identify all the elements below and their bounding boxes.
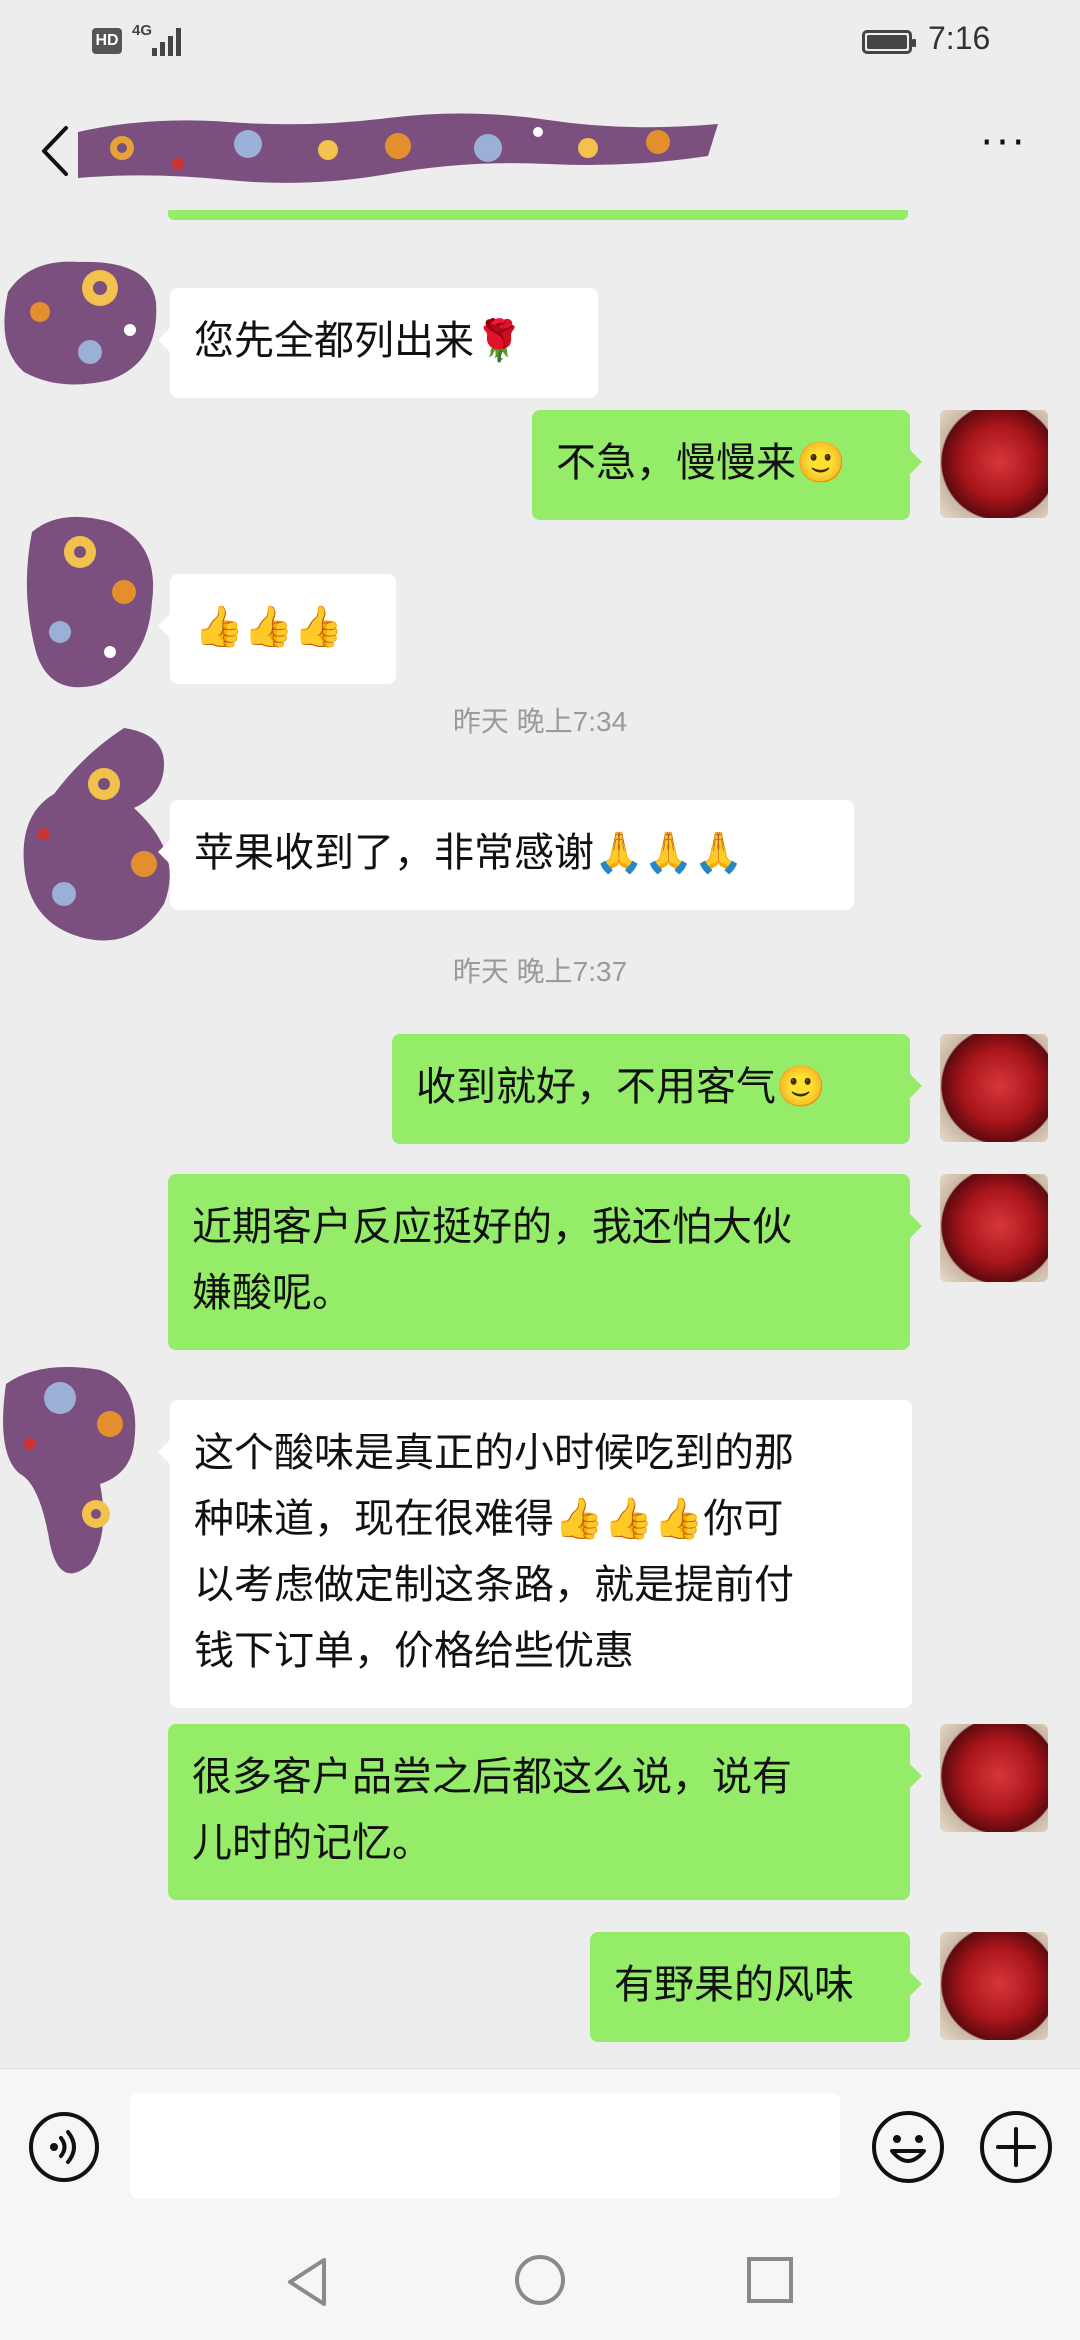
message-bubble[interactable]: 您先全都列出来🌹 <box>158 288 598 398</box>
hd-badge-icon: HD <box>92 28 122 54</box>
message-line: 儿时的记忆。 <box>192 1820 432 1866</box>
message-line: 钱下订单，价格给些优惠 <box>194 1628 634 1674</box>
message-text: 收到就好，不用客气🙂 <box>416 1064 826 1110</box>
self-avatar[interactable] <box>940 410 1048 518</box>
contact-avatar[interactable] <box>20 512 160 692</box>
chat-title-redacted <box>68 108 728 192</box>
chat-list[interactable]: 您先全都列出来🌹 不急，慢慢来🙂 👍👍👍 昨天 晚上7:34 苹果收到了，非常感… <box>0 216 1080 2066</box>
contact-avatar[interactable] <box>0 252 162 392</box>
message-text: 您先全都列出来🌹 <box>194 318 524 364</box>
self-avatar[interactable] <box>940 1034 1048 1142</box>
message-line: 这个酸味是真正的小时候吃到的那 <box>194 1430 794 1476</box>
message-line: 嫌酸呢。 <box>192 1270 352 1316</box>
message-line: 近期客户反应挺好的，我还怕大伙 <box>192 1204 792 1250</box>
message-text: 不急，慢慢来🙂 <box>556 440 846 486</box>
voice-icon[interactable] <box>28 2111 100 2183</box>
self-avatar[interactable] <box>940 1174 1048 1282</box>
message-outgoing: 收到就好，不用客气🙂 <box>0 1034 1080 1154</box>
system-nav-bar <box>0 2222 1080 2340</box>
message-text: 👍👍👍 <box>194 604 344 650</box>
status-time: 7:16 <box>928 20 991 56</box>
message-bubble[interactable]: 👍👍👍 <box>158 574 396 684</box>
message-bubble[interactable]: 有野果的风味 <box>590 1932 922 2042</box>
timestamp: 昨天 晚上7:37 <box>452 956 628 987</box>
plus-icon[interactable] <box>978 2109 1054 2185</box>
message-bubble[interactable]: 苹果收到了，非常感谢🙏🙏🙏 <box>158 800 854 910</box>
message-outgoing: 有野果的风味 <box>0 1932 1080 2052</box>
self-avatar[interactable] <box>940 1724 1048 1832</box>
signal-icon <box>150 24 186 56</box>
message-bubble[interactable]: 近期客户反应挺好的，我还怕大伙 嫌酸呢。 <box>168 1174 922 1350</box>
message-bubble[interactable]: 很多客户品尝之后都这么说，说有 儿时的记忆。 <box>168 1724 922 1900</box>
message-outgoing: 很多客户品尝之后都这么说，说有 儿时的记忆。 <box>0 1724 1080 1904</box>
message-incoming: 👍👍👍 <box>0 512 1080 692</box>
nav-recent-icon[interactable] <box>744 2254 796 2306</box>
message-text: 苹果收到了，非常感谢🙏🙏🙏 <box>194 830 744 876</box>
input-bar <box>0 2068 1080 2223</box>
message-bubble[interactable]: 收到就好，不用客气🙂 <box>392 1034 922 1144</box>
message-incoming: 您先全都列出来🌹 <box>0 252 1080 398</box>
message-outgoing: 近期客户反应挺好的，我还怕大伙 嫌酸呢。 <box>0 1174 1080 1354</box>
nav-home-icon[interactable] <box>512 2252 568 2308</box>
contact-avatar[interactable] <box>0 1364 150 1584</box>
message-bubble[interactable]: 这个酸味是真正的小时候吃到的那 种味道，现在很难得👍👍👍你可 以考虑做定制这条路… <box>158 1400 912 1708</box>
chat-header: ··· <box>0 84 1080 216</box>
battery-icon <box>862 30 916 54</box>
status-bar: HD 4G 7:16 <box>0 0 1080 84</box>
network-type: 4G <box>132 22 153 39</box>
more-dots-icon[interactable]: ··· <box>966 123 1042 172</box>
message-line: 种味道，现在很难得👍👍👍你可 <box>194 1496 784 1542</box>
message-incoming: 苹果收到了，非常感谢🙏🙏🙏 <box>0 718 1080 941</box>
contact-avatar[interactable] <box>14 724 174 944</box>
self-avatar[interactable] <box>940 1932 1048 2040</box>
emoji-icon[interactable] <box>870 2109 946 2185</box>
nav-back-icon[interactable] <box>280 2254 336 2310</box>
message-bubble[interactable]: 不急，慢慢来🙂 <box>532 410 922 520</box>
message-incoming: 这个酸味是真正的小时候吃到的那 种味道，现在很难得👍👍👍你可 以考虑做定制这条路… <box>0 1364 1080 1708</box>
message-text: 有野果的风味 <box>614 1962 854 2008</box>
message-line: 很多客户品尝之后都这么说，说有 <box>192 1754 792 1800</box>
message-outgoing: 不急，慢慢来🙂 <box>0 394 1080 520</box>
message-input[interactable] <box>130 2093 840 2199</box>
message-line: 以考虑做定制这条路，就是提前付 <box>194 1562 794 1608</box>
